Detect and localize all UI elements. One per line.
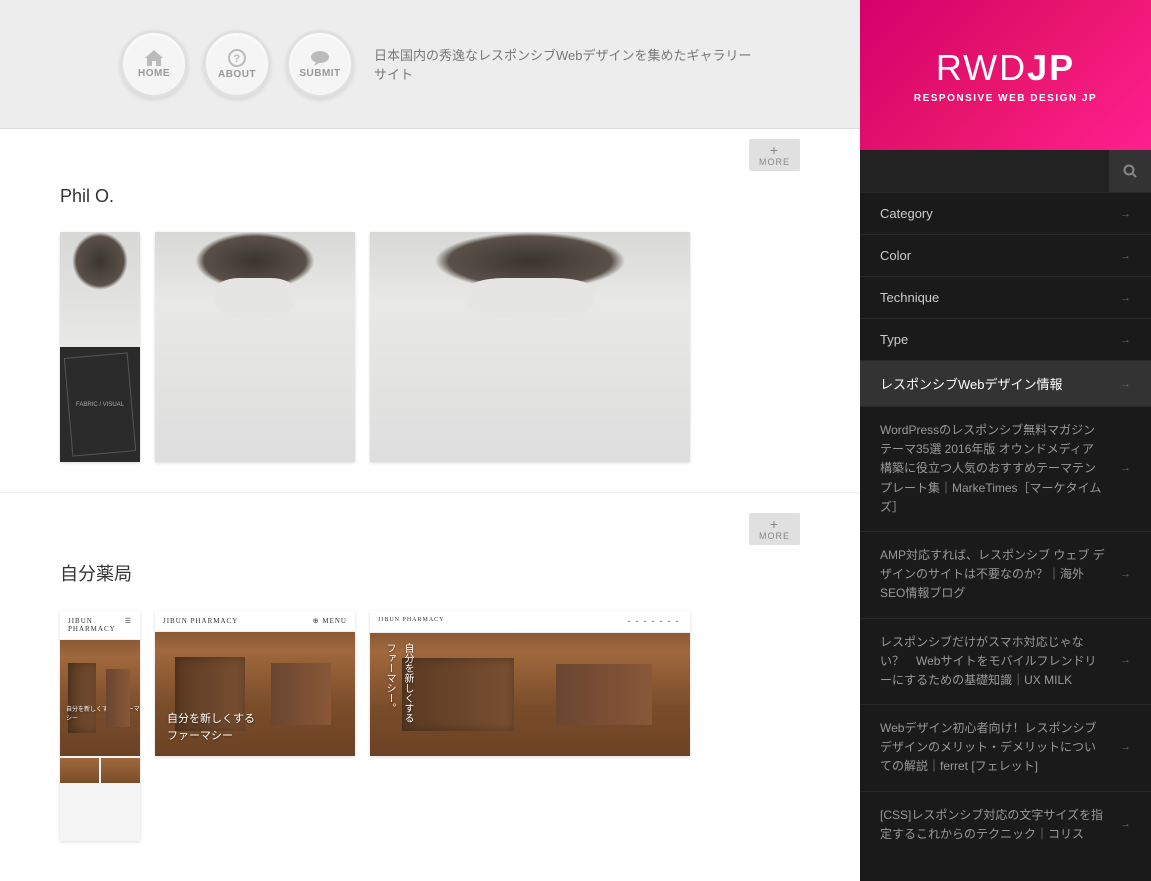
sidebar-article-link[interactable]: [CSS]レスポンシブ対応の文字サイズを指定するこれからのテクニック｜コリス→ <box>860 791 1151 858</box>
chevron-right-icon: → <box>1120 652 1131 670</box>
pharm-header: JIBUN PHARMACY <box>163 617 238 625</box>
pharm-text-desktop: 自分を新しくする ファーマシー。 <box>380 643 416 723</box>
home-icon <box>145 50 163 66</box>
sidebar-item-type[interactable]: Type→ <box>860 318 1151 360</box>
pharm-text-mobile: 自分を新しくする ファーマシー <box>66 704 140 722</box>
item-title[interactable]: Phil O. <box>60 186 800 207</box>
chevron-right-icon: → <box>1120 334 1131 346</box>
search-button[interactable] <box>1109 150 1151 192</box>
search-bar <box>860 150 1151 192</box>
sidebar-article-link[interactable]: Webデザイン初心者向け！レスポンシブデザインのメリット・デメリットについての解… <box>860 704 1151 791</box>
home-label: HOME <box>138 68 170 79</box>
sidebar-menu: Category→ Color→ Technique→ Type→ レスポンシブ… <box>860 192 1151 858</box>
sidebar-item-color[interactable]: Color→ <box>860 234 1151 276</box>
pharm-text-tablet: 自分を新しくする ファーマシー <box>167 711 255 744</box>
chevron-right-icon: → <box>1120 460 1131 478</box>
more-button[interactable]: + MORE <box>749 139 800 171</box>
more-label: MORE <box>759 157 790 167</box>
sidebar-item-technique[interactable]: Technique→ <box>860 276 1151 318</box>
plus-icon: + <box>770 517 779 531</box>
bubble-icon <box>310 50 330 66</box>
sidebar-item-rwd-info[interactable]: レスポンシブWebデザイン情報→ <box>860 360 1151 406</box>
thumbnail-desktop[interactable]: JIBUN PHARMACY・・・・・・・ 自分を新しくする ファーマシー。 <box>370 611 690 756</box>
chevron-right-icon: → <box>1120 250 1131 262</box>
pharm-header: JIBUN PHARMACY <box>378 617 445 626</box>
question-icon: ? <box>228 49 246 67</box>
chevron-right-icon: → <box>1120 816 1131 834</box>
sidebar-item-category[interactable]: Category→ <box>860 192 1151 234</box>
thumbnail-tablet[interactable]: JIBUN PHARMACY⊕ MENU 自分を新しくする ファーマシー <box>155 611 355 756</box>
sidebar: RWDJP RESPONSIVE WEB DESIGN JP Category→… <box>860 0 1151 881</box>
about-label: ABOUT <box>218 69 256 80</box>
chevron-right-icon: → <box>1120 739 1131 757</box>
submit-button[interactable]: SUBMIT <box>286 30 354 98</box>
sidebar-article-link[interactable]: WordPressのレスポンシブ無料マガジンテーマ35選 2016年版 オウンド… <box>860 406 1151 531</box>
sidebar-article-link[interactable]: AMP対応すれば、レスポンシブ ウェブ デザインのサイトは不要なのか？｜海外SE… <box>860 531 1151 618</box>
pharm-header: JIBUN PHARMACY <box>68 617 125 633</box>
search-icon <box>1123 164 1137 178</box>
thumbnail-mobile[interactable]: JIBUN PHARMACY☰ 自分を新しくする ファーマシー <box>60 611 140 841</box>
mobile-sublabel: FABRIC / VISUAL <box>76 402 124 408</box>
plus-icon: + <box>770 143 779 157</box>
item-title[interactable]: 自分薬局 <box>60 560 800 586</box>
more-button[interactable]: + MORE <box>749 513 800 545</box>
gallery-item: Phil O. FABRIC / VISUAL <box>0 186 860 493</box>
submit-label: SUBMIT <box>299 68 340 79</box>
logo[interactable]: RWDJP RESPONSIVE WEB DESIGN JP <box>860 0 1151 150</box>
svg-text:?: ? <box>233 53 240 65</box>
logo-title-a: RWD <box>936 47 1027 88</box>
more-label: MORE <box>759 531 790 541</box>
chevron-right-icon: → <box>1120 208 1131 220</box>
thumbnail-desktop[interactable] <box>370 232 690 462</box>
sidebar-article-link[interactable]: レスポンシブだけがスマホ対応じゃない？ Webサイトをモバイルフレンドリーにする… <box>860 618 1151 705</box>
chevron-right-icon: → <box>1120 292 1131 304</box>
tagline: 日本国内の秀逸なレスポンシブWebデザインを集めたギャラリーサイト <box>374 45 760 83</box>
thumbnail-mobile[interactable]: FABRIC / VISUAL <box>60 232 140 462</box>
logo-title-b: JP <box>1027 47 1075 88</box>
chevron-right-icon: → <box>1120 378 1131 390</box>
thumbnail-tablet[interactable] <box>155 232 355 462</box>
about-button[interactable]: ? ABOUT <box>203 30 271 98</box>
header: HOME ? ABOUT SUBMIT 日本国内の秀逸なレスポンシブWebデザイ… <box>0 0 860 129</box>
chevron-right-icon: → <box>1120 566 1131 584</box>
search-input[interactable] <box>860 150 1109 192</box>
home-button[interactable]: HOME <box>120 30 188 98</box>
logo-subtitle: RESPONSIVE WEB DESIGN JP <box>914 93 1097 104</box>
nav-buttons: HOME ? ABOUT SUBMIT <box>120 30 354 98</box>
gallery-item: 自分薬局 JIBUN PHARMACY☰ 自分を新しくする ファーマシー JIB… <box>0 560 860 871</box>
